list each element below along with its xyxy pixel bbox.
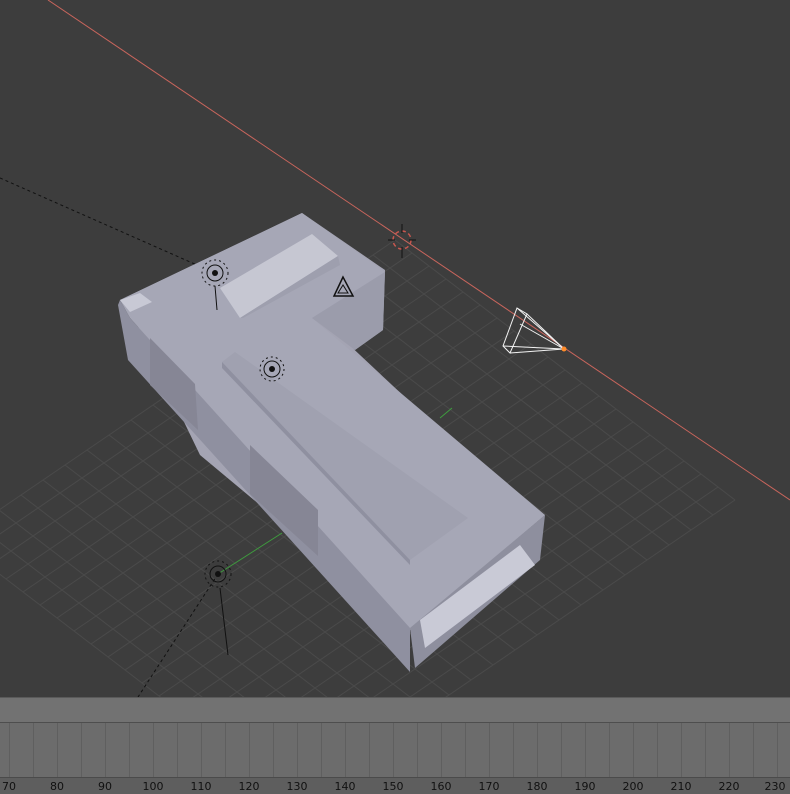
- frame-grid-line: [153, 723, 154, 778]
- frame-grid-line: [513, 723, 514, 778]
- frame-grid-line: [537, 723, 538, 778]
- grid-line: [0, 573, 162, 697]
- frame-grid-line: [225, 723, 226, 778]
- frame-grid-line: [585, 723, 586, 778]
- frame-label: 120: [238, 780, 260, 793]
- frame-grid-line: [9, 723, 10, 778]
- frame-grid-line: [105, 723, 106, 778]
- timeline-ruler[interactable]: 70 80 90 100 110 120 130 140 150 160 170…: [0, 777, 790, 794]
- frame-label: 130: [286, 780, 308, 793]
- frame-grid-line: [609, 723, 610, 778]
- frame-label: 100: [142, 780, 164, 793]
- frame-grid-line: [705, 723, 706, 778]
- frame-grid-line: [297, 723, 298, 778]
- 3d-viewport[interactable]: [0, 0, 790, 697]
- frame-grid-line: [489, 723, 490, 778]
- frame-label: 170: [478, 780, 500, 793]
- frame-label: 200: [622, 780, 644, 793]
- frame-grid-line: [129, 723, 130, 778]
- frame-label: 90: [98, 780, 112, 793]
- frame-grid-line: [81, 723, 82, 778]
- frame-grid-line: [273, 723, 274, 778]
- frame-label: 230: [764, 780, 786, 793]
- frame-grid-line: [33, 723, 34, 778]
- y-axis-line-2: [439, 407, 453, 419]
- frame-grid-line: [369, 723, 370, 778]
- frame-grid-line: [657, 723, 658, 778]
- timeline-editor[interactable]: 70 80 90 100 110 120 130 140 150 160 170…: [0, 722, 790, 794]
- frame-grid-line: [465, 723, 466, 778]
- timeline-header[interactable]: [0, 697, 790, 722]
- frame-label: 220: [718, 780, 740, 793]
- viewport-canvas[interactable]: [0, 0, 790, 697]
- frame-label: 160: [430, 780, 452, 793]
- frame-grid-line: [441, 723, 442, 778]
- frame-label: 190: [574, 780, 596, 793]
- frame-grid-line: [777, 723, 778, 778]
- frame-label: 140: [334, 780, 356, 793]
- frame-grid-line: [345, 723, 346, 778]
- frame-grid-line: [321, 723, 322, 778]
- frame-grid-line: [681, 723, 682, 778]
- frame-grid-line: [177, 723, 178, 778]
- frame-label: 70: [2, 780, 16, 793]
- frame-grid-line: [729, 723, 730, 778]
- frame-label: 210: [670, 780, 692, 793]
- frame-grid-line: [393, 723, 394, 778]
- frame-label: 180: [526, 780, 548, 793]
- frame-grid-line: [201, 723, 202, 778]
- frame-grid-line: [633, 723, 634, 778]
- frame-grid-line: [753, 723, 754, 778]
- frame-label: 80: [50, 780, 64, 793]
- frame-grid-line: [249, 723, 250, 778]
- frame-grid-line: [417, 723, 418, 778]
- frame-grid-line: [57, 723, 58, 778]
- frame-grid-line: [561, 723, 562, 778]
- y-axis-line: [217, 532, 283, 575]
- frame-label: 150: [382, 780, 404, 793]
- frame-label: 110: [190, 780, 212, 793]
- relationship-line: [0, 177, 216, 274]
